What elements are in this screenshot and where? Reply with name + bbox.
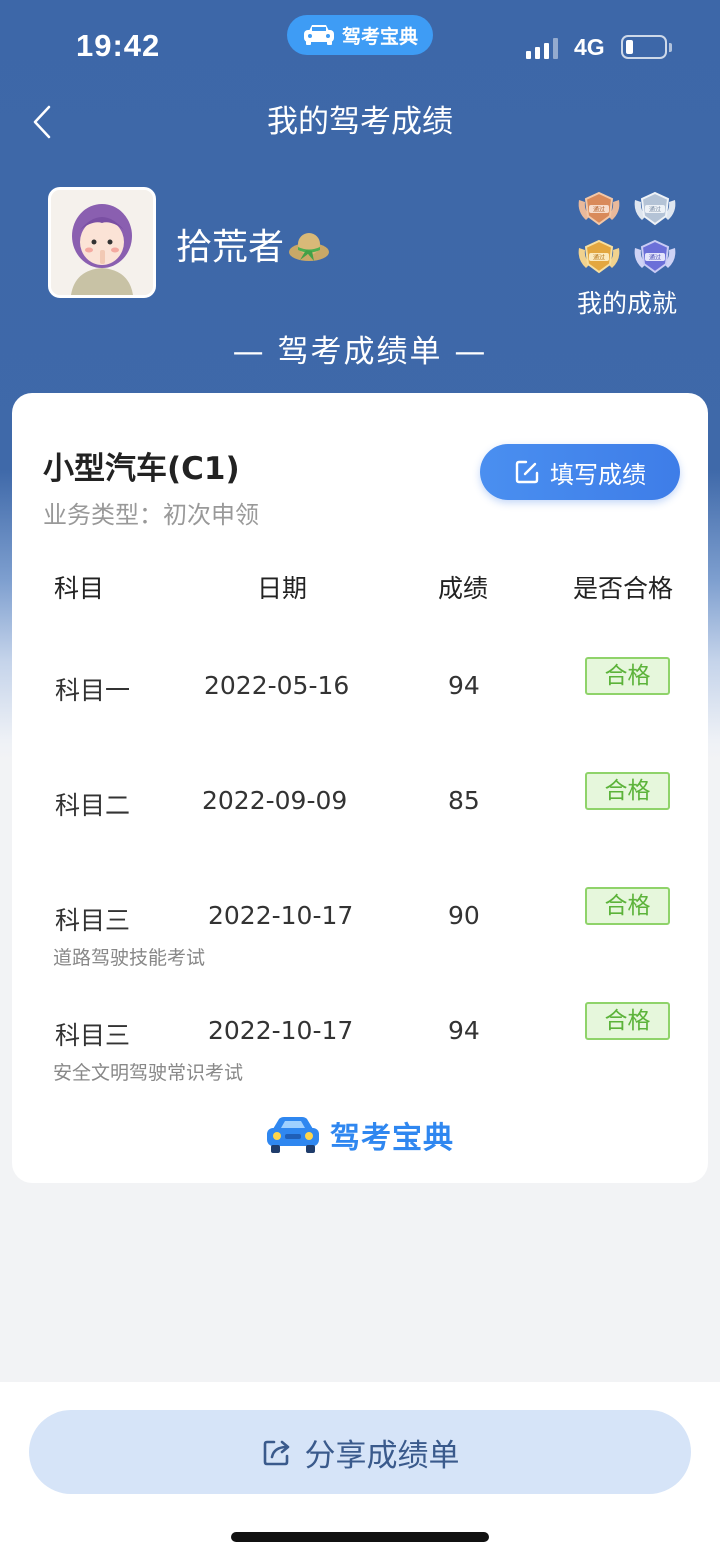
svg-text:通过: 通过 — [649, 206, 661, 214]
row-subject: 科目三 — [55, 1021, 131, 1050]
app-badge[interactable]: 驾考宝典 — [287, 15, 433, 55]
status-badge: 合格 — [585, 772, 670, 810]
edit-icon — [515, 460, 539, 484]
header-score: 成绩 — [438, 574, 489, 603]
avatar[interactable] — [48, 187, 156, 298]
header-date: 日期 — [257, 574, 308, 603]
fill-score-label: 填写成绩 — [550, 460, 646, 489]
share-score-button[interactable]: 分享成绩单 — [29, 1410, 691, 1494]
achievements-link[interactable]: 我的成就 — [562, 284, 692, 320]
share-icon — [263, 1440, 289, 1466]
network-type: 4G — [574, 34, 605, 60]
row-score: 85 — [448, 786, 480, 815]
app-badge-label: 驾考宝典 — [341, 25, 418, 48]
business-type: 业务类型：初次申领 — [43, 501, 259, 529]
status-badge: 合格 — [585, 1002, 670, 1040]
row-date: 2022-10-17 — [208, 901, 354, 930]
row-subject: 科目二 — [55, 791, 131, 820]
bronze-badge-icon: 通过 — [578, 191, 620, 226]
row-subject: 科目三 — [55, 906, 131, 935]
gold-badge-icon: 通过 — [578, 239, 620, 274]
battery-icon — [621, 35, 672, 59]
home-indicator[interactable] — [231, 1532, 489, 1542]
share-label: 分享成绩单 — [304, 1437, 460, 1474]
status-time: 19:42 — [76, 28, 161, 63]
row-date: 2022-05-16 — [204, 671, 350, 700]
row-date: 2022-10-17 — [208, 1016, 354, 1045]
username: 拾荒者 — [176, 218, 330, 270]
table-row: 科目二 2022-09-09 85 合格 — [12, 772, 708, 846]
row-note: 道路驾驶技能考试 — [53, 947, 206, 969]
svg-text:通过: 通过 — [649, 254, 661, 262]
silver-badge-icon: 通过 — [634, 191, 676, 226]
status-badge: 合格 — [585, 887, 670, 925]
row-subject: 科目一 — [55, 676, 131, 705]
table-row: 科目一 2022-05-16 94 合格 — [12, 657, 708, 731]
score-card: 小型汽车(C1) 业务类型：初次申领 填写成绩 科目 日期 成绩 是否合格 科目… — [12, 393, 708, 1183]
row-score: 94 — [448, 1016, 480, 1045]
row-score: 90 — [448, 901, 480, 930]
row-note: 安全文明驾驶常识考试 — [53, 1062, 244, 1084]
signal-icon — [526, 38, 558, 59]
bottom-bar: 分享成绩单 — [0, 1382, 720, 1558]
username-text: 拾荒者 — [176, 227, 285, 268]
row-date: 2022-09-09 — [202, 786, 348, 815]
brand-name: 驾考宝典 — [330, 1121, 454, 1156]
status-badge: 合格 — [585, 657, 670, 695]
table-row: 科目三 2022-10-17 90 合格 道路驾驶技能考试 — [12, 887, 708, 969]
sheet-title: — 驾考成绩单 — — [232, 334, 488, 370]
brand-logo: 驾考宝典 — [264, 1113, 454, 1157]
fill-score-button[interactable]: 填写成绩 — [480, 444, 680, 500]
page-title: 我的驾考成绩 — [267, 104, 453, 140]
back-button[interactable] — [22, 100, 62, 144]
chevron-left-icon — [33, 105, 51, 139]
car-type: 小型汽车(C1) — [43, 451, 240, 487]
svg-text:通过: 通过 — [593, 254, 605, 262]
row-score: 94 — [448, 671, 480, 700]
svg-text:通过: 通过 — [593, 206, 605, 214]
achievement-badges[interactable]: 通过 通过 通过 通过 — [574, 190, 684, 278]
status-bar: 19:42 驾考宝典 4G — [0, 0, 720, 96]
header-passed: 是否合格 — [573, 574, 674, 603]
header-subject: 科目 — [54, 574, 105, 603]
car-icon — [303, 25, 334, 45]
avatar-illustration — [51, 190, 153, 295]
car-logo-icon — [267, 1117, 319, 1153]
table-row: 科目三 2022-10-17 94 合格 安全文明驾驶常识考试 — [12, 1002, 708, 1084]
purple-badge-icon: 通过 — [634, 239, 676, 274]
hat-emoji-icon — [289, 233, 330, 261]
